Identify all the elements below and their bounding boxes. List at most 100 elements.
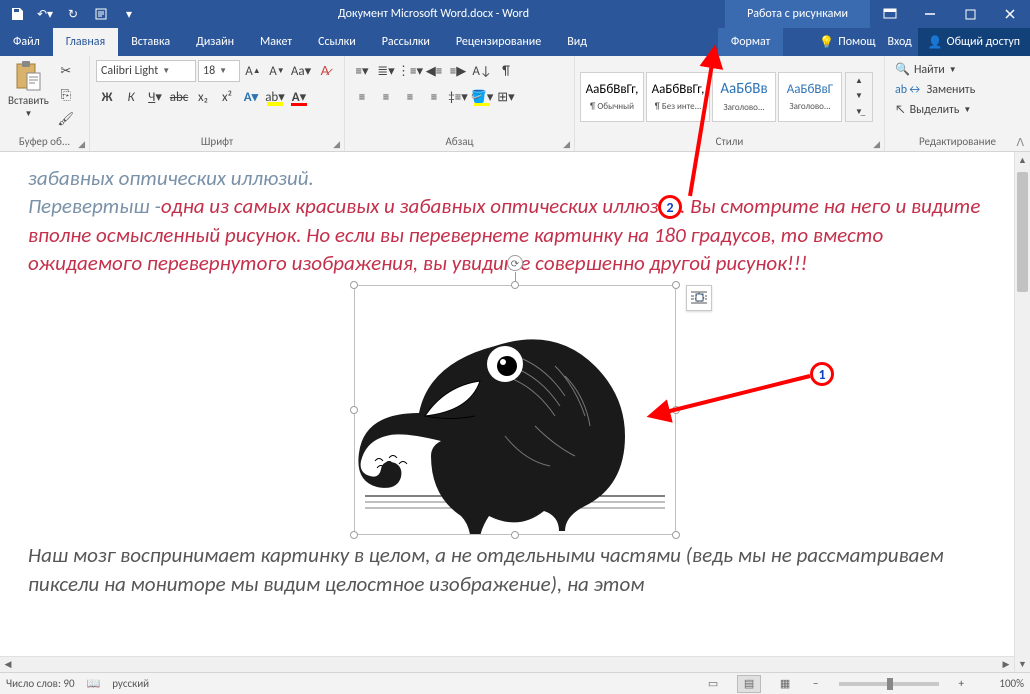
tab-design[interactable]: Дизайн — [183, 28, 247, 56]
resize-handle[interactable] — [511, 531, 519, 539]
resize-handle[interactable] — [672, 531, 680, 539]
copy-icon[interactable]: ⎘ — [55, 84, 77, 106]
dialog-launcher-icon[interactable]: ◢ — [78, 139, 85, 150]
share-button[interactable]: 👤Общий доступ — [918, 28, 1030, 56]
zoom-out-button[interactable]: − — [809, 677, 822, 690]
selected-picture[interactable] — [354, 285, 676, 535]
strikethrough-icon[interactable]: abc — [168, 86, 190, 108]
highlight-icon[interactable]: ab▾ — [264, 86, 286, 108]
scroll-left-icon[interactable]: ◀ — [0, 659, 16, 670]
tab-references[interactable]: Ссылки — [305, 28, 369, 56]
tell-me-button[interactable]: 💡Помощ — [813, 28, 881, 56]
redo-icon[interactable]: ↻ — [60, 2, 86, 26]
tab-mailings[interactable]: Рассылки — [369, 28, 443, 56]
decrease-indent-icon[interactable]: ◀≡ — [423, 60, 445, 82]
superscript-icon[interactable]: x² — [216, 86, 238, 108]
save-icon[interactable] — [4, 2, 30, 26]
ribbon-display-icon[interactable] — [870, 0, 910, 28]
scroll-up-icon[interactable]: ▲ — [1015, 152, 1030, 168]
language-status[interactable]: русский — [112, 677, 149, 690]
bold-icon[interactable]: Ж — [96, 86, 118, 108]
font-color-icon[interactable]: A▾ — [288, 86, 310, 108]
styles-up-icon[interactable]: ▲ — [848, 75, 870, 88]
shading-icon[interactable]: 🪣▾ — [471, 86, 493, 108]
styles-more-icon[interactable]: ▼̲ — [848, 105, 870, 118]
tab-layout[interactable]: Макет — [247, 28, 305, 56]
increase-indent-icon[interactable]: ≡▶ — [447, 60, 469, 82]
zoom-slider[interactable] — [839, 682, 939, 686]
zoom-slider-thumb[interactable] — [887, 678, 893, 690]
word-count[interactable]: Число слов: 90 — [6, 677, 75, 690]
replace-icon: ab↔ — [895, 83, 923, 97]
subscript-icon[interactable]: x₂ — [192, 86, 214, 108]
collapse-ribbon-icon[interactable]: ᐱ — [1016, 136, 1024, 149]
read-mode-icon[interactable]: ▭ — [701, 675, 725, 693]
zoom-in-button[interactable]: + — [955, 677, 968, 690]
dialog-launcher-icon[interactable]: ◢ — [873, 139, 880, 150]
bullets-icon[interactable]: ≡▾ — [351, 60, 373, 82]
tab-home[interactable]: Главная — [53, 28, 118, 56]
show-marks-icon[interactable]: ¶ — [495, 60, 517, 82]
align-right-icon[interactable]: ≡ — [399, 86, 421, 108]
grow-font-icon[interactable]: A▲ — [242, 60, 264, 82]
scroll-right-icon[interactable]: ▶ — [998, 659, 1014, 670]
format-painter-icon[interactable]: 🖌 — [55, 108, 77, 130]
shrink-font-icon[interactable]: A▼ — [266, 60, 288, 82]
vertical-scrollbar[interactable]: ▲ ▼ — [1014, 152, 1030, 672]
dialog-launcher-icon[interactable]: ◢ — [333, 139, 340, 150]
login-button[interactable]: Вход — [881, 28, 917, 56]
layout-options-button[interactable] — [686, 285, 712, 311]
paste-button[interactable]: Вставить ▼ — [4, 58, 53, 121]
replace-button[interactable]: ab↔Заменить — [891, 81, 979, 99]
tab-review[interactable]: Рецензирование — [443, 28, 554, 56]
find-button[interactable]: 🔍Найти▼ — [891, 60, 979, 79]
scrollbar-thumb[interactable] — [1017, 172, 1028, 292]
ribbon: Вставить ▼ ✂ ⎘ 🖌 Буфер об...◢ Calibri Li… — [0, 56, 1030, 152]
font-name-combo[interactable]: Calibri Light▼ — [96, 60, 196, 82]
tab-file[interactable]: Файл — [0, 28, 53, 56]
layout-options-icon — [690, 290, 708, 306]
close-button[interactable] — [990, 0, 1030, 28]
document-area[interactable]: забавных оптических иллюзий. Перевертыш … — [0, 152, 1030, 672]
horizontal-scrollbar[interactable]: ◀ ▶ — [0, 656, 1014, 672]
select-button[interactable]: ↖Выделить▼ — [891, 101, 979, 119]
zoom-level[interactable]: 100% — [980, 677, 1024, 690]
paragraph-text: Наш мозг воспринимает картинку в целом, … — [28, 541, 1002, 598]
tab-format[interactable]: Формат — [718, 28, 783, 56]
cut-icon[interactable]: ✂ — [55, 60, 77, 82]
sort-icon[interactable]: A↓ — [471, 60, 493, 82]
multilevel-icon[interactable]: ⋮≡▾ — [399, 60, 421, 82]
maximize-button[interactable] — [950, 0, 990, 28]
font-size-combo[interactable]: 18▼ — [198, 60, 240, 82]
resize-handle[interactable] — [672, 281, 680, 289]
justify-icon[interactable]: ≡ — [423, 86, 445, 108]
resize-handle[interactable] — [350, 531, 358, 539]
align-center-icon[interactable]: ≡ — [375, 86, 397, 108]
line-spacing-icon[interactable]: ‡≡▾ — [447, 86, 469, 108]
qat-item-icon[interactable] — [88, 2, 114, 26]
tab-view[interactable]: Вид — [554, 28, 600, 56]
borders-icon[interactable]: ⊞▾ — [495, 86, 517, 108]
minimize-button[interactable] — [910, 0, 950, 28]
dialog-launcher-icon[interactable]: ◢ — [563, 139, 570, 150]
italic-icon[interactable]: К — [120, 86, 142, 108]
cursor-icon: ↖ — [895, 103, 906, 117]
group-paragraph: ≡▾ ≣▾ ⋮≡▾ ◀≡ ≡▶ A↓ ¶ ≡ ≡ ≡ ≡ ‡≡▾ 🪣▾ ⊞▾ А… — [345, 56, 575, 151]
scroll-down-icon[interactable]: ▼ — [1015, 656, 1030, 672]
contextual-tab-label: Работа с рисунками — [725, 0, 870, 28]
undo-icon[interactable]: ↶▾ — [32, 2, 58, 26]
align-left-icon[interactable]: ≡ — [351, 86, 373, 108]
change-case-icon[interactable]: Aa▾ — [290, 60, 312, 82]
proofing-icon[interactable]: 📖 — [87, 677, 101, 690]
style-heading2[interactable]: АаБбВвГЗаголово... — [778, 72, 842, 122]
print-layout-icon[interactable]: ▤ — [737, 675, 761, 693]
numbering-icon[interactable]: ≣▾ — [375, 60, 397, 82]
tab-insert[interactable]: Вставка — [118, 28, 183, 56]
web-layout-icon[interactable]: ▦ — [773, 675, 797, 693]
text-effects-icon[interactable]: A▾ — [240, 86, 262, 108]
clear-format-icon[interactable]: A̷ — [314, 60, 336, 82]
qat-customize-icon[interactable]: ▾ — [116, 2, 142, 26]
underline-icon[interactable]: Ч▾ — [144, 86, 166, 108]
styles-down-icon[interactable]: ▼ — [848, 90, 870, 103]
style-normal[interactable]: АаБбВвГг,¶ Обычный — [580, 72, 644, 122]
